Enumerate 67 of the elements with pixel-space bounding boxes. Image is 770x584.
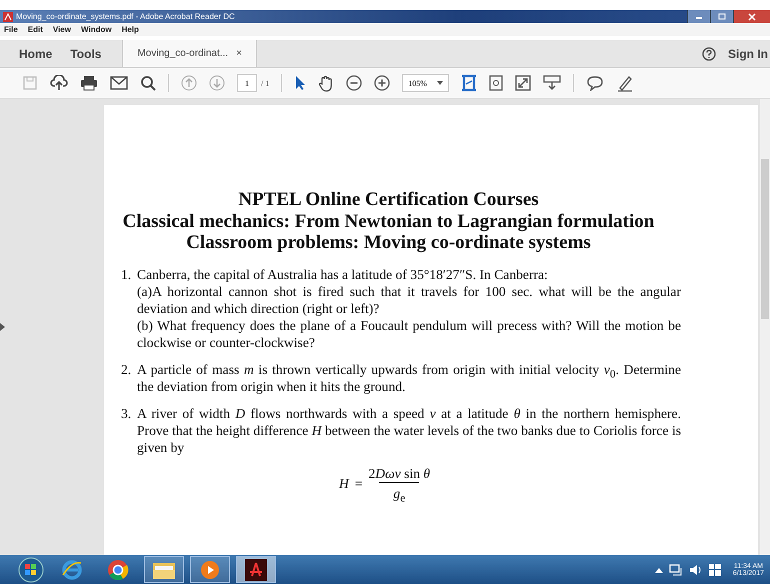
pen-icon[interactable] [616, 74, 634, 92]
scrollbar[interactable] [760, 99, 770, 555]
sign-in-link[interactable]: Sign In [728, 46, 768, 60]
problem-number: 3. [121, 404, 132, 422]
nav-tab[interactable]: Home [10, 40, 62, 67]
flag-icon[interactable] [708, 564, 721, 576]
minimize-button[interactable] [687, 10, 710, 23]
zoom-in-icon[interactable] [374, 75, 390, 91]
document-heading: Classroom problems: Moving co-ordinate systems [186, 232, 591, 254]
problem-text: (b) What frequency does the plane of a Foucault pendulum will precess with? Will the motion be clockwise or counter-clockwise? [137, 316, 681, 350]
network-icon[interactable] [668, 564, 683, 576]
taskbar-app-button[interactable] [190, 556, 230, 583]
caret-icon [436, 81, 443, 85]
window-title: Moving_co-ordinate_systems.pdf - Adobe Acrobat Reader DC [16, 12, 235, 21]
tab-label: Moving_co-ordinat... [137, 48, 228, 59]
close-tab-button[interactable]: × [236, 48, 242, 59]
play-icon [200, 560, 220, 580]
problem-number: 1. [121, 266, 132, 284]
menu-item[interactable]: Window [80, 25, 112, 34]
close-button[interactable] [733, 10, 770, 23]
full-screen-icon[interactable] [514, 75, 531, 91]
close-icon [747, 12, 757, 20]
taskbar-app-button[interactable] [236, 556, 276, 583]
problem-text: A particle of mass m is thrown vertically upwards from origin with initial velocity v$_{0}$. Determine the deviation from origin when it hits the ground. [137, 360, 681, 394]
formula-denominator: g$_{e}$ [379, 482, 420, 502]
nav-tab[interactable]: Tools [61, 40, 110, 67]
search-icon[interactable] [140, 75, 156, 91]
rotate-page-icon[interactable] [488, 75, 503, 91]
document-tab[interactable]: Moving_co-ordinat... × [122, 40, 257, 67]
formula-lhs: H [339, 476, 349, 492]
maximize-icon [717, 12, 727, 20]
menu-item[interactable]: Help [122, 25, 139, 34]
problem-number: 2. [121, 360, 132, 378]
problem-text: A river of width D flows northwards with a speed v at a latitude θ in the northern hemisphere. Prove that the height difference H between the water levels of the two banks due to Coriolis force is given by [137, 404, 681, 456]
scroll-thumb[interactable] [761, 159, 769, 319]
fit-page-icon[interactable] [460, 74, 477, 92]
menu-item[interactable]: Edit [28, 25, 43, 34]
expand-panel-icon[interactable] [0, 323, 5, 331]
problem-text: Canberra, the capital of Australia has a latitude of 35°18′27″S. In Canberra: [137, 266, 549, 282]
document-heading: Classical mechanics: From Newtonian to Lagrangian formulation [122, 210, 654, 232]
zoom-out-icon[interactable] [346, 75, 362, 91]
menu-item[interactable]: File [4, 25, 18, 34]
page-number-field[interactable]: 1 [237, 74, 257, 92]
tray-arrow-icon[interactable] [654, 566, 663, 572]
document-heading: NPTEL Online Certification Courses [238, 189, 539, 210]
help-icon[interactable] [702, 46, 716, 60]
page-total: / 1 [261, 78, 270, 88]
hand-icon[interactable] [318, 74, 334, 92]
cloud-upload-icon[interactable] [50, 75, 68, 91]
browser-icon [107, 558, 129, 580]
mail-icon[interactable] [110, 76, 128, 90]
taskbar-app-button[interactable] [144, 556, 184, 583]
formula-numerator: 2Dωv sin θ [368, 466, 430, 482]
pdf-icon [245, 558, 267, 580]
keyboard-icon[interactable] [542, 75, 561, 91]
zoom-dropdown[interactable]: 105% [402, 74, 449, 92]
start-button[interactable] [16, 556, 46, 582]
pointer-icon[interactable] [294, 75, 306, 91]
globe-e-icon [61, 558, 83, 580]
print-icon[interactable] [80, 75, 98, 91]
problem-text: (a)A horizontal cannon shot is fired such that it travels for 100 sec. what will be the angular deviation and which direction (right or left)? [137, 282, 681, 316]
equals-sign: = [354, 476, 362, 492]
comment-icon[interactable] [586, 75, 604, 91]
menu-item[interactable]: View [52, 25, 71, 34]
speaker-icon[interactable] [688, 564, 703, 576]
maximize-button[interactable] [710, 10, 733, 23]
zoom-value: 105% [408, 78, 427, 88]
